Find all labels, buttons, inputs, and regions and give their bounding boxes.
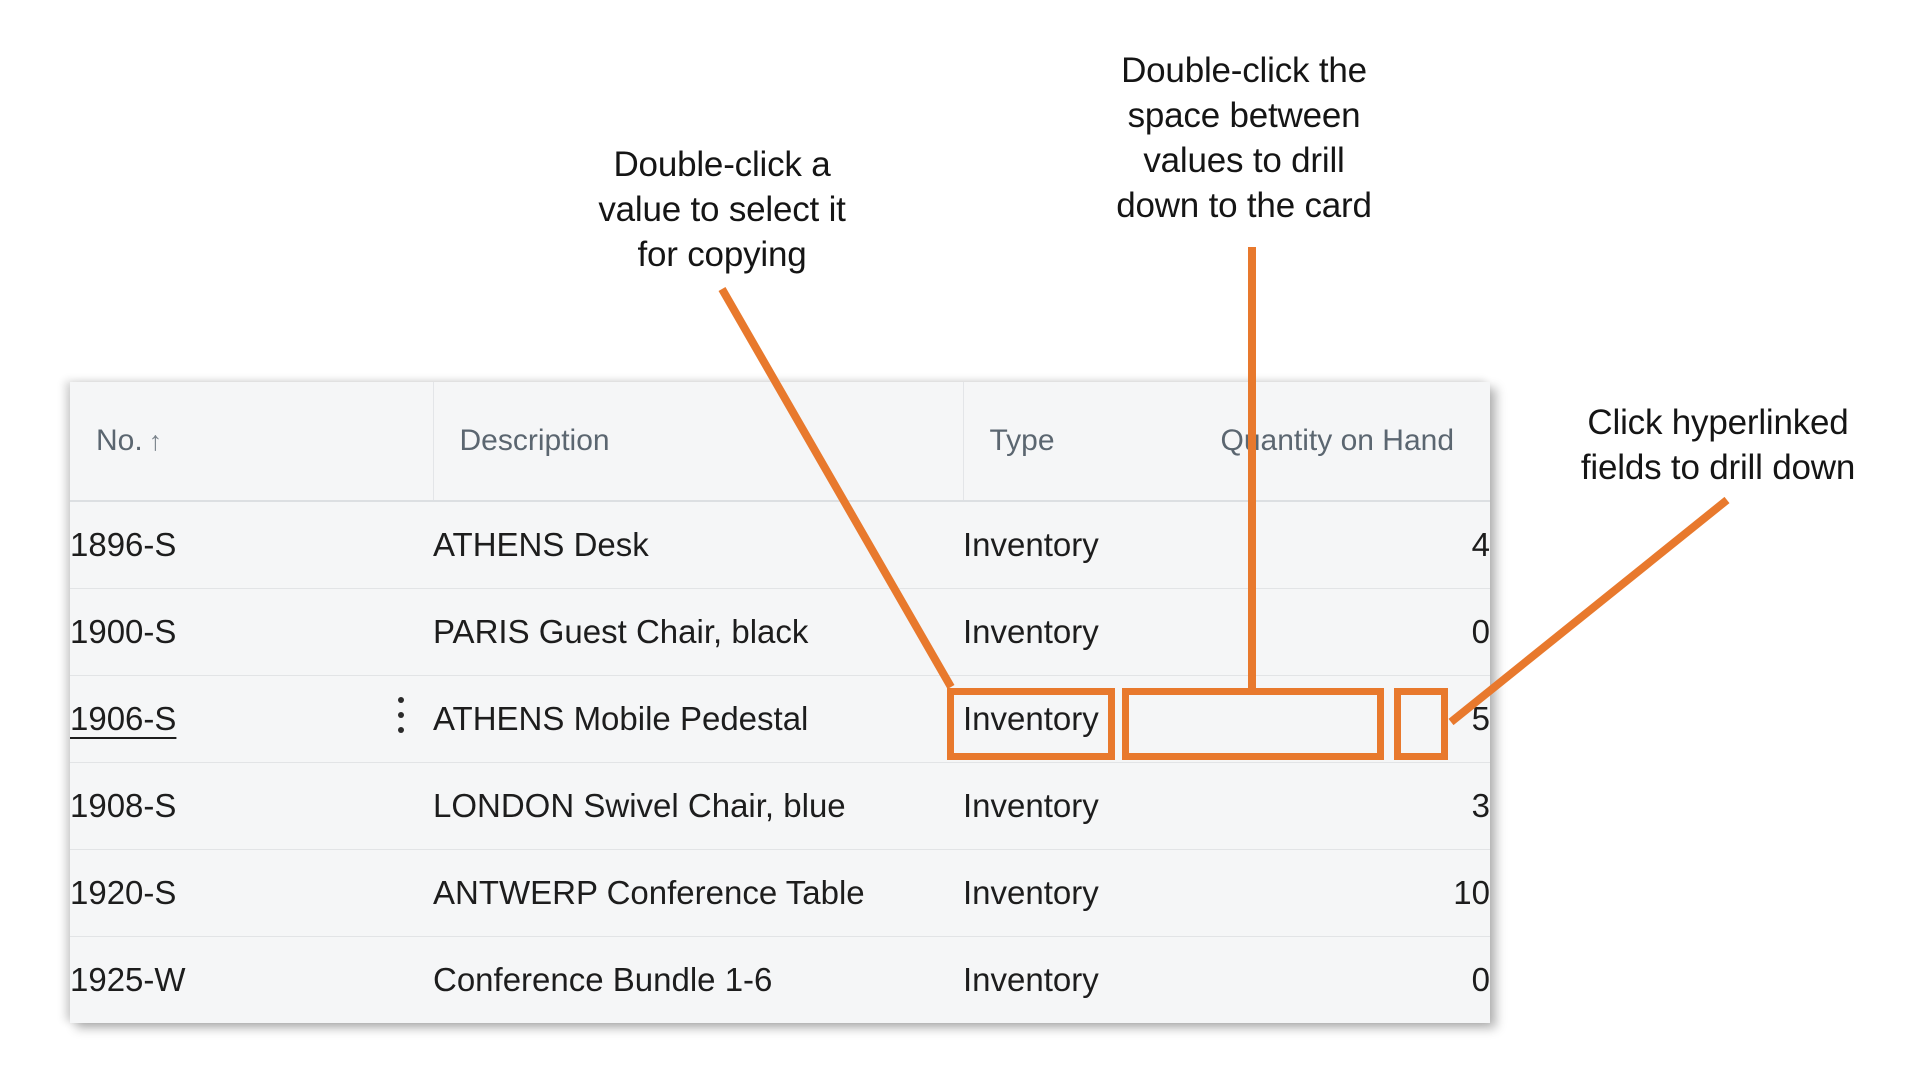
column-header-no[interactable]: No. ↑	[70, 382, 434, 502]
cell-row-menu[interactable]	[370, 675, 433, 763]
callout-double-click-copy: Double-click a value to select it for co…	[598, 145, 846, 274]
table-header-row: No. ↑ Description Type Quantity on Hand	[70, 382, 1490, 502]
table-row[interactable]: 1908-S LONDON Swivel Chair, blue Invento…	[70, 762, 1490, 850]
item-no-link[interactable]: 1896-S	[70, 526, 176, 563]
cell-description[interactable]: PARIS Guest Chair, black	[433, 588, 963, 676]
cell-description[interactable]: ATHENS Mobile Pedestal	[433, 675, 963, 763]
cell-row-menu[interactable]	[370, 762, 433, 850]
item-no-link[interactable]: 1906-S	[70, 700, 176, 737]
table-body: 1896-S ATHENS Desk Inventory 4 1900-S PA…	[70, 501, 1490, 1023]
cell-row-menu[interactable]	[370, 849, 433, 937]
cell-quantity-on-hand[interactable]: 10	[1193, 849, 1490, 937]
cell-description[interactable]: LONDON Swivel Chair, blue	[433, 762, 963, 850]
cell-type[interactable]: Inventory	[963, 762, 1193, 850]
cell-description[interactable]: Conference Bundle 1-6	[433, 936, 963, 1023]
table-row[interactable]: 1896-S ATHENS Desk Inventory 4	[70, 501, 1490, 589]
table-row[interactable]: 1925-W Conference Bundle 1-6 Inventory 0	[70, 936, 1490, 1023]
column-header-quantity-on-hand-label: Quantity on Hand	[1220, 424, 1454, 457]
cell-no[interactable]: 1925-W	[70, 936, 370, 1023]
cell-no[interactable]: 1900-S	[70, 588, 370, 676]
cell-no[interactable]: 1920-S	[70, 849, 370, 937]
cell-quantity-on-hand[interactable]: 4	[1193, 501, 1490, 589]
items-list-grid[interactable]: No.↑ Description Type Quantity on Hand	[70, 382, 1490, 1023]
cell-quantity-on-hand[interactable]: 0	[1193, 936, 1490, 1023]
cell-quantity-on-hand[interactable]: 5	[1193, 675, 1490, 763]
cell-row-menu[interactable]	[370, 501, 433, 589]
table-row[interactable]: 1920-S ANTWERP Conference Table Inventor…	[70, 849, 1490, 937]
table-header: No. ↑ Description Type Quantity on Hand	[70, 382, 1490, 502]
item-no-link[interactable]: 1908-S	[70, 787, 176, 824]
cell-type[interactable]: Inventory	[963, 936, 1193, 1023]
cell-type[interactable]: Inventory	[963, 588, 1193, 676]
cell-quantity-on-hand[interactable]: 0	[1193, 588, 1490, 676]
cell-no[interactable]: 1908-S	[70, 762, 370, 850]
sort-ascending-icon: ↑	[148, 426, 163, 456]
column-header-description-label: Description	[459, 424, 610, 457]
cell-description[interactable]: ANTWERP Conference Table	[433, 849, 963, 937]
column-header-no-label: No.	[96, 424, 143, 457]
column-header-type-label: Type	[989, 424, 1055, 457]
table-row-selected[interactable]: 1906-S ATHENS Mobile Pedestal Inventory …	[70, 675, 1490, 763]
column-header-quantity-on-hand[interactable]: Quantity on Hand	[1193, 382, 1490, 502]
cell-no[interactable]: 1906-S	[70, 675, 370, 763]
cell-type[interactable]: Inventory	[963, 675, 1193, 763]
column-header-description[interactable]: Description	[433, 382, 964, 502]
leader-line-hyperlink	[1448, 496, 1730, 726]
cell-no[interactable]: 1896-S	[70, 501, 370, 589]
more-options-vertical-dots-icon[interactable]	[398, 697, 405, 733]
cell-row-menu[interactable]	[370, 936, 433, 1023]
cell-type[interactable]: Inventory	[963, 501, 1193, 589]
callout-double-click-drill-down: Double-click the space between values to…	[1116, 51, 1372, 225]
item-no-link[interactable]: 1900-S	[70, 613, 176, 650]
item-no-link[interactable]: 1920-S	[70, 874, 176, 911]
item-no-link[interactable]: 1925-W	[70, 961, 186, 998]
items-table: No.↑ Description Type Quantity on Hand	[70, 382, 1490, 1023]
cell-row-menu[interactable]	[370, 588, 433, 676]
cell-description[interactable]: ATHENS Desk	[433, 501, 963, 589]
column-header-type[interactable]: Type	[963, 382, 1193, 502]
callout-click-hyperlink: Click hyperlinked fields to drill down	[1580, 403, 1856, 487]
cell-quantity-on-hand[interactable]: 3	[1193, 762, 1490, 850]
cell-type[interactable]: Inventory	[963, 849, 1193, 937]
table-row[interactable]: 1900-S PARIS Guest Chair, black Inventor…	[70, 588, 1490, 676]
